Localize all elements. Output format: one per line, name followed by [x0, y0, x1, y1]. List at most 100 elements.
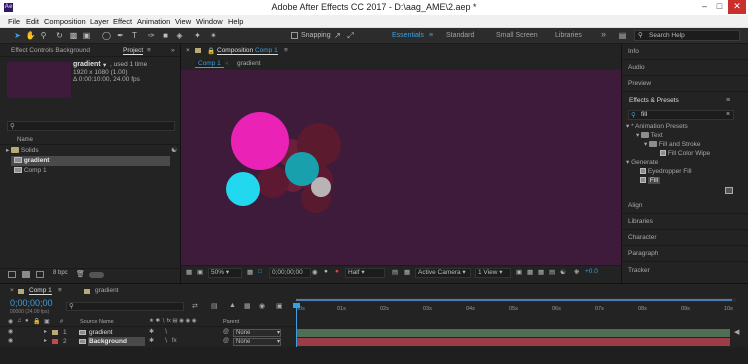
effects-search-input[interactable]: ⚲ fill — [628, 110, 734, 120]
audio-icon[interactable]: ♫ — [17, 318, 22, 324]
workspace-libraries[interactable]: Libraries — [555, 32, 582, 39]
panel-menu-icon[interactable]: ≡ — [726, 97, 730, 104]
current-time[interactable]: 0;00;00;00 — [269, 268, 311, 278]
snap-icon[interactable]: ↗ — [332, 30, 343, 41]
zoom-dropdown[interactable]: 50% ▾ — [208, 268, 242, 278]
layer-label-color[interactable] — [52, 339, 58, 344]
ellipse-tool-icon[interactable]: ◯ — [101, 30, 112, 41]
expand-arrow-icon[interactable]: ▸ — [6, 147, 9, 154]
collapse-switch-icon[interactable]: ✱ — [149, 337, 154, 346]
panel-info[interactable]: Info — [622, 45, 748, 60]
workspace-menu-icon[interactable]: ≡ — [429, 32, 433, 39]
work-area-range[interactable] — [296, 299, 732, 301]
menu-composition[interactable]: Composition — [44, 17, 86, 26]
composition-viewer[interactable] — [181, 70, 621, 265]
mask-visibility-icon[interactable]: □ — [258, 268, 262, 275]
column-name[interactable]: Name — [17, 137, 33, 143]
motion-blur-icon[interactable]: ◉ — [259, 302, 265, 310]
project-item-dropdown-icon[interactable]: ▾ — [103, 61, 106, 69]
color-channels-icon[interactable]: ● — [335, 268, 339, 275]
project-search-input[interactable]: ⚲ — [7, 121, 175, 131]
composition-flowchart-icon[interactable]: ▩ — [527, 268, 533, 276]
region-icon[interactable]: ▣ — [197, 268, 203, 276]
3d-renderer-icon[interactable]: ▤ — [549, 268, 555, 276]
roto-brush-tool-icon[interactable]: ✦ — [192, 30, 203, 41]
visibility-icon[interactable]: ◉ — [8, 328, 13, 337]
work-area-bar[interactable] — [296, 298, 736, 302]
views-dropdown[interactable]: 1 View ▾ — [475, 268, 511, 278]
visibility-icon[interactable]: ◉ — [8, 337, 13, 346]
new-composition-icon[interactable] — [36, 271, 44, 278]
expand-snap-icon[interactable]: ⤢ — [345, 30, 356, 41]
grid-icon[interactable]: ▦ — [247, 268, 253, 276]
new-folder-icon[interactable] — [22, 271, 30, 278]
tab-project[interactable]: Project — [123, 47, 144, 55]
camera-tool-icon[interactable]: ▩ — [68, 30, 79, 41]
snapshot-icon[interactable]: ◉ — [312, 268, 318, 276]
parent-dropdown[interactable]: None ▾ — [233, 329, 281, 337]
menu-file[interactable]: File — [8, 17, 20, 26]
eraser-tool-icon[interactable]: ◈ — [174, 30, 185, 41]
clone-stamp-tool-icon[interactable]: ■ — [160, 30, 171, 41]
close-tab-icon[interactable]: × — [10, 287, 14, 294]
always-preview-icon[interactable]: ▩ — [186, 268, 192, 276]
collapse-switch-icon[interactable]: ✱ — [149, 328, 154, 337]
subtab-gradient[interactable]: gradient — [237, 60, 261, 67]
menu-help[interactable]: Help — [228, 17, 243, 26]
panel-preview[interactable]: Preview — [622, 77, 748, 92]
close-icon[interactable]: ✕ — [728, 0, 746, 14]
eye-icon[interactable]: ◉ — [8, 318, 13, 325]
snapping-checkbox[interactable] — [291, 32, 298, 39]
show-snapshot-icon[interactable]: ● — [324, 268, 328, 275]
workspace-small-screen[interactable]: Small Screen — [496, 32, 538, 39]
list-item[interactable]: gradient — [11, 156, 170, 166]
list-item[interactable]: ▸ Solids — [0, 146, 181, 156]
expand-arrow-icon[interactable]: ▸ — [44, 337, 47, 346]
expand-arrow-icon[interactable]: ▸ — [44, 328, 47, 337]
puppet-pin-tool-icon[interactable]: ✴ — [208, 30, 219, 41]
layer-label-color[interactable] — [52, 330, 58, 335]
brush-tool-icon[interactable]: ✑ — [146, 30, 157, 41]
subtab-comp1[interactable]: Comp 1 — [195, 60, 224, 68]
quality-switch-icon[interactable]: ∖ — [164, 328, 168, 337]
workspace-essentials[interactable]: Essentials — [392, 32, 424, 39]
resolution-dropdown[interactable]: Half ▾ — [345, 268, 385, 278]
frame-blending-icon[interactable]: ▦ — [244, 302, 251, 310]
layer-duration-bar[interactable] — [297, 338, 730, 346]
column-source-name[interactable]: Source Name — [80, 319, 114, 325]
panel-character[interactable]: Character — [622, 231, 748, 246]
panel-menu-icon[interactable]: ≡ — [284, 47, 288, 54]
pan-behind-tool-icon[interactable]: ▣ — [81, 30, 92, 41]
shy-layers-icon[interactable]: ▲ — [229, 302, 236, 309]
tab-effect-controls[interactable]: Effect Controls Background — [11, 47, 90, 54]
solo-icon[interactable]: ● — [25, 318, 29, 324]
table-row[interactable]: ◉ ▸ 1 gradient ✱ ∖ @ None ▾ — [0, 328, 296, 337]
column-number[interactable]: # — [60, 319, 63, 325]
rotate-tool-icon[interactable]: ↻ — [54, 30, 65, 41]
menu-edit[interactable]: Edit — [26, 17, 39, 26]
timeline-icon[interactable]: ▦ — [538, 268, 544, 276]
graph-editor-icon[interactable]: ▣ — [276, 302, 283, 310]
timeline-tab-gradient[interactable]: gradient — [95, 287, 119, 294]
lock-icon[interactable]: 🔒 — [207, 47, 215, 55]
menu-window[interactable]: Window — [196, 17, 223, 26]
workspace-standard[interactable]: Standard — [446, 32, 474, 39]
panel-audio[interactable]: Audio — [622, 61, 748, 76]
close-tab-icon[interactable]: × — [186, 47, 190, 54]
hand-tool-icon[interactable]: ✋ — [25, 30, 36, 41]
flowchart-view-icon[interactable]: ☯ — [560, 268, 566, 276]
parent-dropdown[interactable]: None ▾ — [233, 338, 281, 346]
list-item[interactable]: Comp 1 — [0, 166, 181, 176]
menu-view[interactable]: View — [175, 17, 191, 26]
panel-align[interactable]: Align — [622, 199, 748, 214]
panel-paragraph[interactable]: Paragraph — [622, 247, 748, 262]
effects-switch-icon[interactable]: fx — [172, 337, 177, 346]
pickwhip-icon[interactable]: @ — [223, 337, 229, 346]
flowchart-icon[interactable]: ☯ — [171, 146, 177, 154]
delete-icon[interactable]: 🗑 — [76, 270, 85, 278]
pickwhip-icon[interactable]: @ — [223, 328, 229, 337]
timeline-empty-area[interactable] — [0, 347, 748, 364]
timeline-zoom-icon[interactable]: ◀ — [734, 328, 739, 336]
reset-exposure-icon[interactable]: ❋ — [574, 268, 579, 276]
interpret-footage-icon[interactable] — [8, 271, 16, 278]
